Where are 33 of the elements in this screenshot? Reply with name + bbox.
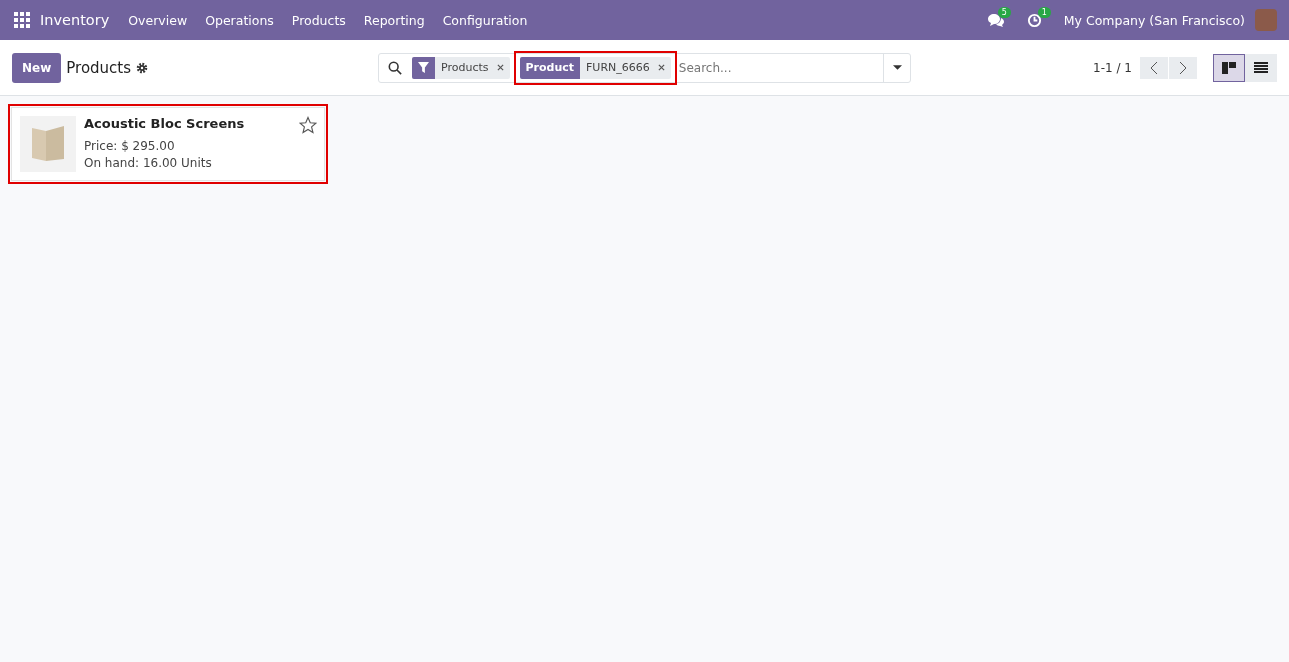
on-hand-quantity: On hand: 16.00 Units [84, 156, 213, 170]
list-icon [1254, 62, 1268, 73]
pager-value[interactable]: 1-1 / 1 [1093, 60, 1132, 75]
facet-value: FURN_6666 [585, 61, 651, 74]
caret-icon [892, 65, 902, 70]
app-name[interactable]: Inventory [40, 12, 110, 28]
menu-item[interactable]: Products [291, 12, 346, 28]
page-title: Products [66, 58, 132, 77]
app-grid-icon[interactable] [14, 12, 30, 28]
product-price: Price: $ 295.00 [84, 139, 176, 153]
product-card[interactable]: Acoustic Bloc Screens Price: $ 295.00 On hand: 16.00 Units [11, 107, 325, 181]
kanban-view-button[interactable] [1213, 53, 1245, 82]
product-name: Acoustic Bloc Screens [84, 116, 245, 131]
company-switcher[interactable]: My Company (San Francisco) [1063, 12, 1245, 28]
menu-item[interactable]: Configuration [442, 12, 528, 28]
menu-item[interactable]: Reporting [363, 12, 425, 28]
chevron-left-icon [1150, 60, 1158, 75]
star-icon[interactable] [299, 116, 317, 134]
search-icon[interactable] [388, 60, 402, 75]
kanban-icon [1222, 61, 1236, 74]
menu-item[interactable]: Overview [128, 12, 188, 28]
filter-icon [418, 62, 429, 73]
list-view-button[interactable] [1245, 53, 1277, 82]
chevron-right-icon [1179, 60, 1187, 75]
activity-count-badge: 1 [1037, 6, 1051, 18]
facet-value: Products [440, 61, 490, 74]
new-button[interactable]: New [12, 52, 62, 83]
menu-item[interactable]: Operations [205, 12, 274, 28]
chat-icon[interactable] [986, 13, 1005, 27]
clock-icon[interactable] [1026, 12, 1042, 28]
message-count-badge: 5 [997, 7, 1011, 18]
facet-field-label: Product [519, 56, 581, 79]
gear-icon[interactable] [136, 61, 149, 74]
